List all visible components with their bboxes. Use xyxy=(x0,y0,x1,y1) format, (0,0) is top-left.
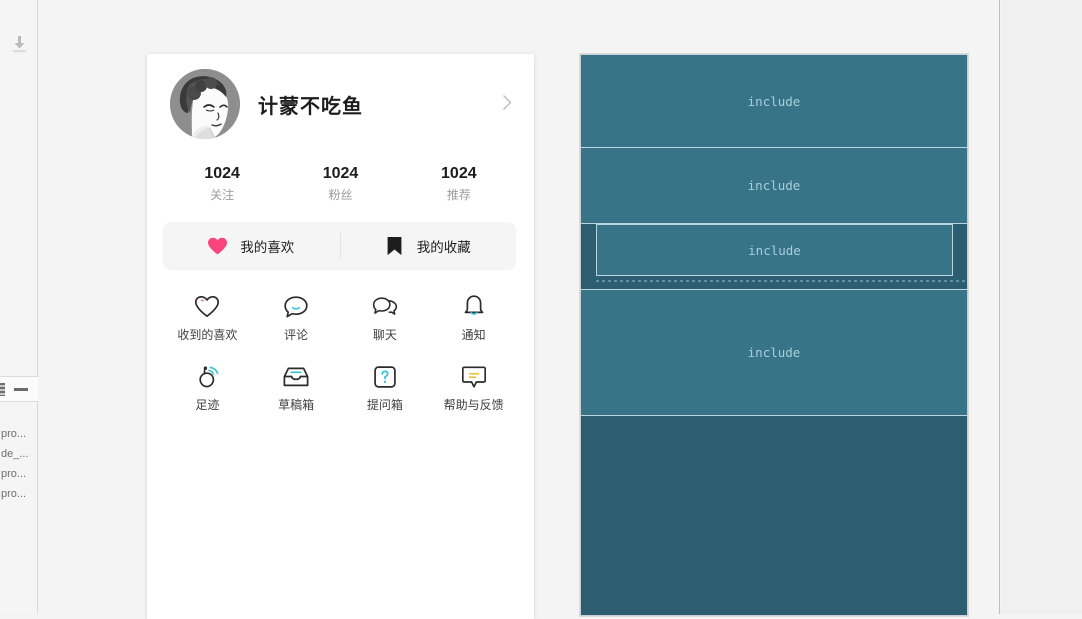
feature-grid: 收到的喜欢 评论 聊天 通知 足迹 草稿箱 提问箱 帮助与反馈 xyxy=(163,294,518,412)
profile-header[interactable]: 计蒙不吃鱼 xyxy=(147,54,534,154)
grid-item-chat[interactable]: 聊天 xyxy=(341,294,430,342)
grid-item-help-feedback[interactable]: 帮助与反馈 xyxy=(429,364,518,412)
stat-value: 1024 xyxy=(441,165,477,182)
avatar-illustration xyxy=(170,69,240,139)
include-label: include xyxy=(748,242,801,258)
my-likes-label: 我的喜欢 xyxy=(240,240,295,255)
include-label: include xyxy=(747,93,801,109)
include-block[interactable]: include xyxy=(581,148,967,224)
favorites-bar: 我的喜欢 我的收藏 xyxy=(163,222,516,270)
list-item[interactable]: de_... xyxy=(0,444,38,464)
bell-icon xyxy=(461,294,487,320)
include-block-selected[interactable]: include xyxy=(581,224,967,289)
my-collections-button[interactable]: 我的收藏 xyxy=(339,222,517,270)
grid-item-label: 提问箱 xyxy=(366,398,403,412)
grid-item-label: 评论 xyxy=(284,328,309,342)
profile-name: 计蒙不吃鱼 xyxy=(258,95,363,118)
chat-bubbles-icon xyxy=(372,294,398,320)
stat-label: 关注 xyxy=(210,188,235,202)
my-likes-button[interactable]: 我的喜欢 xyxy=(163,222,340,270)
stat-label: 推荐 xyxy=(446,188,471,202)
stat-followers[interactable]: 1024 粉丝 xyxy=(281,164,399,205)
left-utility-rail: pro... de_... pro... pro... xyxy=(0,0,38,614)
include-block[interactable]: include xyxy=(581,55,967,148)
grid-item-label: 通知 xyxy=(461,328,486,342)
include-label: include xyxy=(747,178,801,193)
phone-preview-card: 计蒙不吃鱼 1024 关注 1024 粉丝 1024 推荐 我的喜欢 我的收藏 … xyxy=(147,54,534,619)
heart-filled-icon xyxy=(208,237,228,254)
grid-item-drafts[interactable]: 草稿箱 xyxy=(252,364,341,412)
grid-item-label: 帮助与反馈 xyxy=(443,398,504,412)
minimize-icon[interactable] xyxy=(14,387,28,391)
layers-icon[interactable] xyxy=(0,382,5,396)
avatar xyxy=(170,69,240,139)
grid-item-label: 收到的喜欢 xyxy=(177,328,238,342)
include-block[interactable]: include xyxy=(581,289,967,416)
preview-canvas: 计蒙不吃鱼 1024 关注 1024 粉丝 1024 推荐 我的喜欢 我的收藏 … xyxy=(38,0,1000,619)
include-block-stack: include include include include xyxy=(580,54,968,616)
feedback-bubble-icon xyxy=(461,364,487,390)
question-box-icon xyxy=(372,364,398,390)
comment-bubble-icon xyxy=(283,294,309,320)
grid-item-received-likes[interactable]: 收到的喜欢 xyxy=(163,294,252,342)
stat-following[interactable]: 1024 关注 xyxy=(163,164,281,205)
grid-item-footprints[interactable]: 足迹 xyxy=(163,364,252,412)
grid-item-question-box[interactable]: 提问箱 xyxy=(341,364,430,412)
grid-item-label: 聊天 xyxy=(372,328,397,342)
chevron-right-icon[interactable] xyxy=(503,95,512,113)
list-item[interactable]: pro... xyxy=(0,424,38,444)
footprint-signal-icon xyxy=(194,364,220,390)
stat-value: 1024 xyxy=(322,165,359,182)
inbox-tray-icon xyxy=(283,364,309,390)
grid-item-label: 草稿箱 xyxy=(278,398,315,412)
right-gutter xyxy=(1001,0,1082,614)
bookmark-filled-icon xyxy=(387,236,402,255)
download-button[interactable] xyxy=(0,30,38,58)
include-block-empty[interactable] xyxy=(581,416,967,615)
list-item[interactable]: pro... xyxy=(0,484,38,504)
include-selected-inner[interactable]: include xyxy=(596,224,953,276)
stat-value: 1024 xyxy=(204,165,240,182)
list-item[interactable]: pro... xyxy=(0,464,38,484)
include-label: include xyxy=(747,345,801,360)
stats-row: 1024 关注 1024 粉丝 1024 推荐 xyxy=(163,164,518,205)
grid-item-comments[interactable]: 评论 xyxy=(252,294,341,342)
stat-recommended[interactable]: 1024 推荐 xyxy=(400,164,518,205)
rail-toolbar xyxy=(0,376,38,402)
selection-dashed-edge xyxy=(596,280,967,282)
heart-outline-icon xyxy=(194,294,220,320)
rail-tree-list: pro... de_... pro... pro... xyxy=(0,424,38,504)
my-collections-label: 我的收藏 xyxy=(416,240,471,255)
download-icon xyxy=(12,35,26,52)
grid-item-notifications[interactable]: 通知 xyxy=(429,294,518,342)
grid-item-label: 足迹 xyxy=(195,398,220,412)
stat-label: 粉丝 xyxy=(328,188,353,202)
